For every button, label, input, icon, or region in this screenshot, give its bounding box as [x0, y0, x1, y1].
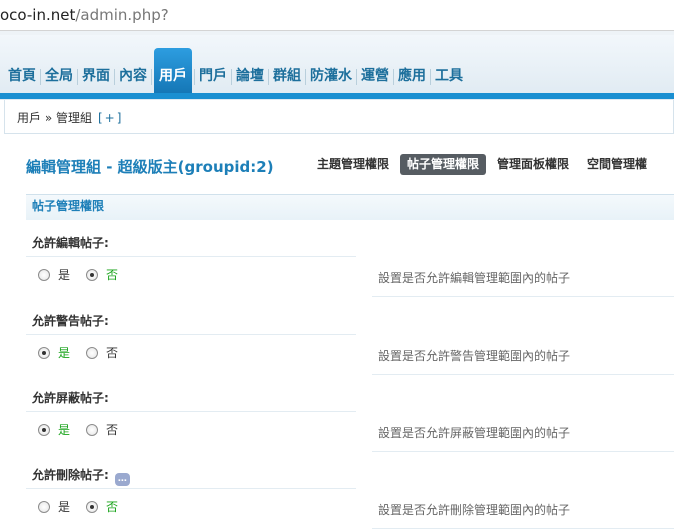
main-nav: 首頁 全局 界面 內容 用戶 門戶 論壇 群組 防灌水 運營 應用 工具: [6, 48, 465, 93]
nav-separator: [77, 69, 78, 85]
setting-description: 設置是否允許屏蔽管理範圍內的帖子: [378, 426, 571, 440]
page-titlebar: 編輯管理組 - 超級版主(groupid:2) 主題管理權限 帖子管理權限 管理面板…: [0, 134, 674, 194]
help-bubble-icon[interactable]: …: [114, 473, 130, 486]
divider: [372, 528, 674, 529]
radio-no-label: 否: [106, 268, 119, 282]
divider: [26, 334, 356, 335]
nav-item-7[interactable]: 群組: [271, 63, 303, 93]
setting-description: 設置是否允許刪除管理範圍內的帖子: [378, 503, 571, 517]
tab-0[interactable]: 主題管理權限: [310, 154, 396, 175]
radio-yes[interactable]: 是: [38, 498, 70, 515]
radio-no[interactable]: 否: [86, 421, 118, 438]
tab-1[interactable]: 帖子管理權限: [400, 154, 487, 175]
radio-yes-circle[interactable]: [38, 268, 50, 281]
url-path: /admin.php?: [75, 6, 169, 24]
breadcrumb-path[interactable]: 用戶 » 管理組: [17, 111, 92, 125]
radio-yes-label: 是: [58, 268, 71, 282]
radio-yes-label: 是: [58, 500, 71, 514]
nav-item-10[interactable]: 應用: [396, 63, 428, 93]
radio-no-circle[interactable]: [86, 346, 99, 359]
nav-separator: [268, 69, 269, 85]
radio-yes-circle[interactable]: [38, 500, 50, 513]
radio-group: 是否: [38, 498, 134, 515]
radio-no-label: 否: [106, 423, 119, 437]
section-title: 帖子管理權限: [32, 199, 105, 213]
divider: [372, 296, 674, 297]
nav-separator: [356, 69, 357, 85]
url-text[interactable]: oco-in.net/admin.php?: [0, 6, 169, 24]
radio-yes-label: 是: [58, 346, 71, 360]
setting-label: 允許刪除帖子: …: [32, 466, 130, 486]
setting-row: 允許屏蔽帖子: 是否設置是否允許屏蔽管理範圍內的帖子: [26, 385, 674, 455]
setting-label-text: 允許刪除帖子:: [32, 468, 109, 482]
radio-yes[interactable]: 是: [38, 266, 70, 283]
page-title: 編輯管理組 - 超級版主(groupid:2): [26, 158, 274, 176]
radio-yes[interactable]: 是: [38, 421, 70, 438]
radio-yes[interactable]: 是: [38, 344, 70, 361]
setting-label: 允許編輯帖子:: [32, 234, 109, 251]
radio-yes-circle[interactable]: [38, 423, 50, 436]
nav-item-4[interactable]: 用戶: [154, 48, 192, 93]
nav-separator: [231, 69, 232, 85]
nav-item-1[interactable]: 全局: [43, 63, 75, 93]
nav-item-9[interactable]: 運營: [359, 63, 391, 93]
nav-item-0[interactable]: 首頁: [6, 63, 38, 93]
radio-no-circle[interactable]: [86, 268, 99, 281]
radio-no-label: 否: [106, 500, 119, 514]
radio-no[interactable]: 否: [86, 344, 118, 361]
radio-no[interactable]: 否: [86, 266, 118, 283]
tab-2[interactable]: 管理面板權限: [490, 154, 576, 175]
nav-item-5[interactable]: 門戶: [197, 63, 229, 93]
breadcrumb: 用戶 » 管理組 [+]: [4, 100, 674, 134]
admin-header: 首頁 全局 界面 內容 用戶 門戶 論壇 群組 防灌水 運營 應用 工具: [0, 35, 674, 100]
radio-no-circle[interactable]: [86, 423, 99, 436]
nav-separator: [393, 69, 394, 85]
nav-separator: [430, 69, 431, 85]
radio-yes-label: 是: [58, 423, 71, 437]
nav-separator: [305, 69, 306, 85]
radio-no-circle[interactable]: [86, 500, 99, 513]
add-group-button[interactable]: [+]: [98, 111, 123, 125]
setting-row: 允許編輯帖子: 是否設置是否允許編輯管理範圍內的帖子: [26, 230, 674, 300]
radio-no-label: 否: [106, 346, 119, 360]
setting-label-text: 允許警告帖子:: [32, 314, 109, 328]
nav-item-11[interactable]: 工具: [433, 63, 465, 93]
radio-yes-circle[interactable]: [38, 346, 50, 359]
radio-no[interactable]: 否: [86, 498, 118, 515]
nav-separator: [40, 69, 41, 85]
radio-group: 是否: [38, 344, 134, 361]
radio-group: 是否: [38, 421, 134, 438]
browser-address-bar[interactable]: oco-in.net/admin.php?: [0, 0, 674, 31]
setting-label: 允許屏蔽帖子:: [32, 389, 109, 406]
nav-item-2[interactable]: 界面: [80, 63, 112, 93]
nav-separator: [114, 69, 115, 85]
tab-3[interactable]: 空間管理權: [580, 154, 654, 175]
divider: [372, 374, 674, 375]
divider: [26, 411, 356, 412]
setting-description: 設置是否允許編輯管理範圍內的帖子: [378, 271, 571, 285]
url-host: oco-in.net: [0, 6, 76, 24]
nav-item-8[interactable]: 防灌水: [308, 63, 354, 93]
radio-group: 是否: [38, 266, 134, 283]
nav-bar: [0, 93, 674, 99]
divider: [26, 488, 356, 489]
nav-item-6[interactable]: 論壇: [234, 63, 266, 93]
divider: [372, 451, 674, 452]
setting-row: 允許刪除帖子:… 是否設置是否允許刪除管理範圍內的帖子: [26, 462, 674, 532]
setting-label: 允許警告帖子:: [32, 312, 109, 329]
setting-description: 設置是否允許警告管理範圍內的帖子: [378, 349, 571, 363]
setting-label-text: 允許屏蔽帖子:: [32, 391, 109, 405]
setting-row: 允許警告帖子: 是否設置是否允許警告管理範圍內的帖子: [26, 308, 674, 378]
nav-separator: [194, 69, 195, 85]
section-header: 帖子管理權限: [26, 194, 674, 220]
permission-tabs: 主題管理權限 帖子管理權限 管理面板權限 空間管理權: [310, 154, 658, 175]
nav-item-3[interactable]: 內容: [117, 63, 149, 93]
nav-separator: [151, 69, 152, 85]
setting-label-text: 允許編輯帖子:: [32, 236, 109, 250]
divider: [26, 256, 356, 257]
